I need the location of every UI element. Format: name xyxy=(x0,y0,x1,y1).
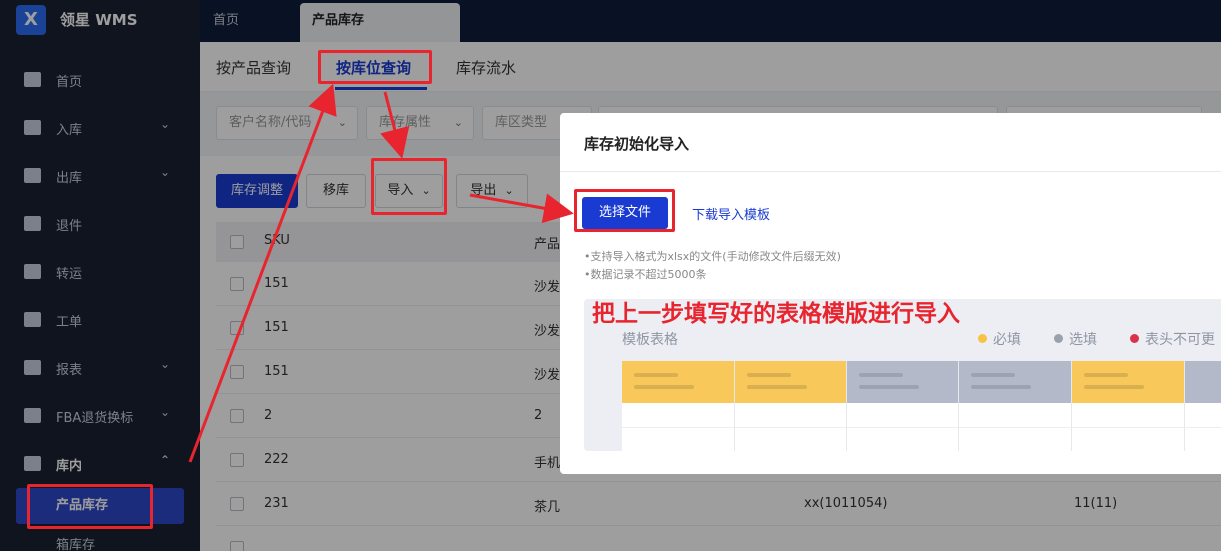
arrow-to-select-file xyxy=(469,193,574,224)
annotation-arrows xyxy=(188,83,574,463)
arrow-to-import xyxy=(380,91,410,159)
arrow-to-location-tab xyxy=(188,83,337,463)
